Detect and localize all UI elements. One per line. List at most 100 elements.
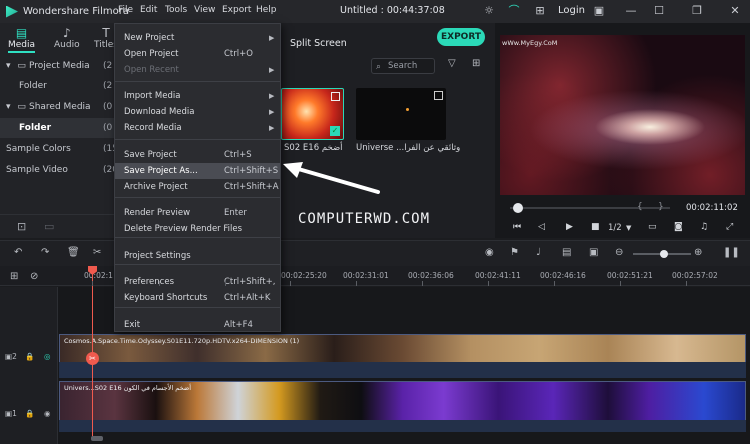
preview-viewer[interactable] — [500, 35, 745, 195]
search-input[interactable]: ⌕ Search — [371, 58, 435, 74]
eye-icon[interactable]: ◉ — [44, 409, 51, 418]
track-video-icon: ▣2 — [5, 352, 17, 361]
search-icon: ⌕ — [376, 62, 382, 72]
menu-item-label: New Project — [124, 33, 175, 43]
redo-icon[interactable]: ↷ — [41, 247, 49, 258]
playback-quality[interactable]: 1/2 — [608, 223, 622, 233]
media-thumbnail[interactable]: ✓ — [281, 88, 344, 140]
mark-in-icon[interactable]: { — [637, 202, 643, 212]
grid-view-icon[interactable]: ⊞ — [472, 58, 480, 69]
zoom-slider-knob[interactable] — [660, 250, 668, 258]
audio-mix-icon[interactable]: ▤ — [562, 247, 571, 258]
play-icon[interactable]: ▶ — [566, 222, 573, 232]
close-icon[interactable]: ✕ — [728, 4, 742, 18]
music-note-icon: ♪ — [62, 26, 71, 40]
video-clip[interactable]: Univers...S02 E16 أضخم الأجسام في الكون — [59, 381, 746, 425]
split-screen-tab[interactable]: Split Screen — [290, 38, 347, 49]
menu-item-delete-preview-render-files[interactable]: Delete Preview Render Files — [115, 221, 280, 237]
fullscreen-icon[interactable]: ⤢ — [726, 222, 733, 232]
restore-icon[interactable]: ❐ — [690, 4, 704, 18]
marker-icon[interactable]: ⚑ — [510, 247, 519, 258]
notification-icon[interactable]: ▣ — [592, 4, 606, 18]
step-back-icon[interactable]: ⏮ — [513, 222, 521, 232]
menu-item-archive-project[interactable]: Archive Project Ctrl+Shift+A — [115, 179, 280, 195]
minimize-icon[interactable]: — — [624, 4, 638, 18]
document-title: Untitled : 00:44:37:08 — [340, 5, 445, 16]
link-icon[interactable]: ⊘ — [30, 271, 38, 282]
audio-waveform[interactable] — [59, 420, 746, 432]
tree-item-sample-video[interactable]: Sample Video (20 — [0, 160, 118, 180]
folder-outline-icon[interactable]: ▭ — [44, 220, 54, 233]
lock-icon[interactable]: 🔒 — [25, 352, 34, 361]
menu-item-preferences[interactable]: Preferences Ctrl+Shift+, — [115, 274, 280, 290]
stop-icon[interactable]: ■ — [591, 222, 600, 232]
monitor-icon[interactable]: ▭ — [648, 222, 657, 232]
menu-item-project-settings[interactable]: Project Settings — [115, 248, 280, 264]
export-button[interactable]: EXPORT — [437, 28, 485, 46]
menu-item-shortcut: Ctrl+S — [224, 150, 252, 160]
login-button[interactable]: Login — [558, 5, 585, 16]
zoom-out-icon[interactable]: ⊖ — [615, 247, 623, 258]
volume-icon[interactable]: ♫ — [700, 222, 708, 232]
play-reverse-icon[interactable]: ◁ — [538, 222, 545, 232]
folder-icon: ▭ — [17, 102, 26, 112]
menu-item-import-media[interactable]: Import Media ▶ — [115, 88, 280, 104]
tab-media-label: Media — [8, 40, 36, 53]
microphone-icon[interactable]: ♩ — [536, 247, 541, 258]
menu-tools[interactable]: Tools — [165, 5, 187, 15]
menu-item-open-project[interactable]: Open Project Ctrl+O — [115, 46, 280, 62]
zoom-in-icon[interactable]: ⊕ — [694, 247, 702, 258]
tree-item-project-media[interactable]: ▾ ▭ Project Media (2 — [0, 56, 115, 76]
menu-item-record-media[interactable]: Record Media ▶ — [115, 120, 280, 136]
pause-icon[interactable]: ❚❚ — [723, 247, 740, 258]
menu-item-keyboard-shortcuts[interactable]: Keyboard Shortcuts Ctrl+Alt+K — [115, 290, 280, 306]
ruler-label: 00:02:1 — [84, 271, 113, 280]
menu-help[interactable]: Help — [256, 5, 277, 15]
timeline-scrollbar[interactable] — [91, 436, 103, 441]
snapshot-icon[interactable]: ▣ — [589, 247, 598, 258]
sun-icon[interactable]: ☼ — [482, 4, 496, 18]
add-track-icon[interactable]: ⊞ — [10, 271, 18, 282]
menu-item-new-project[interactable]: New Project ▶ — [115, 30, 280, 46]
chevron-down-icon: ▾ — [6, 102, 11, 112]
audio-waveform[interactable] — [59, 362, 746, 378]
eye-hidden-icon[interactable]: ◎ — [44, 352, 51, 361]
menu-item-save-project[interactable]: Save Project Ctrl+S — [115, 147, 280, 163]
tree-item-folder[interactable]: Folder (2 — [0, 76, 115, 96]
lock-icon[interactable]: 🔒 — [25, 409, 34, 418]
menu-item-render-preview[interactable]: Render Preview Enter — [115, 205, 280, 221]
media-thumbnail[interactable] — [356, 88, 446, 140]
preview-scrub-bar[interactable] — [510, 207, 670, 209]
track-headers — [0, 287, 58, 444]
gift-icon[interactable]: ⊞ — [533, 4, 547, 18]
tab-media[interactable]: ▤ Media — [8, 26, 36, 53]
mark-out-icon[interactable]: } — [658, 202, 664, 212]
menu-edit[interactable]: Edit — [140, 5, 157, 15]
scissors-icon[interactable]: ✂ — [93, 247, 101, 258]
headset-icon[interactable]: ⌒ — [507, 4, 521, 18]
menu-item-label: Archive Project — [124, 182, 188, 192]
split-scissors-icon[interactable]: ✂ — [86, 352, 99, 365]
file-menu: New Project ▶ Open Project Ctrl+O Open Recen… — [114, 23, 281, 332]
ruler-label: 00:02:51:21 — [607, 271, 653, 280]
chevron-down-icon[interactable]: ▼ — [626, 224, 631, 232]
menu-file[interactable]: File — [118, 5, 133, 15]
tree-item-shared-folder[interactable]: Folder (0 — [0, 118, 115, 138]
menu-view[interactable]: View — [194, 5, 215, 15]
camera-icon[interactable]: ◙ — [674, 222, 683, 232]
menu-export[interactable]: Export — [222, 5, 251, 15]
menu-item-download-media[interactable]: Download Media ▶ — [115, 104, 280, 120]
menu-item-shortcut: Enter — [224, 208, 247, 218]
media-type-icon — [331, 92, 340, 101]
tree-item-shared-media[interactable]: ▾ ▭ Shared Media (0 — [0, 97, 115, 117]
tree-item-sample-colors[interactable]: Sample Colors (15 — [0, 139, 118, 159]
menu-item-exit[interactable]: Exit Alt+F4 — [115, 317, 280, 333]
menu-item-save-project-as[interactable]: Save Project As... Ctrl+Shift+S — [115, 163, 280, 179]
render-icon[interactable]: ◉ — [485, 247, 494, 258]
undo-icon[interactable]: ↶ — [14, 247, 22, 258]
filter-icon[interactable]: ▽ — [448, 58, 456, 69]
tab-audio[interactable]: ♪ Audio — [54, 26, 80, 50]
delete-icon[interactable]: 🗑 — [67, 247, 80, 258]
new-folder-icon[interactable]: ⊡ — [17, 220, 26, 233]
maximize-icon[interactable]: ☐ — [652, 4, 666, 18]
